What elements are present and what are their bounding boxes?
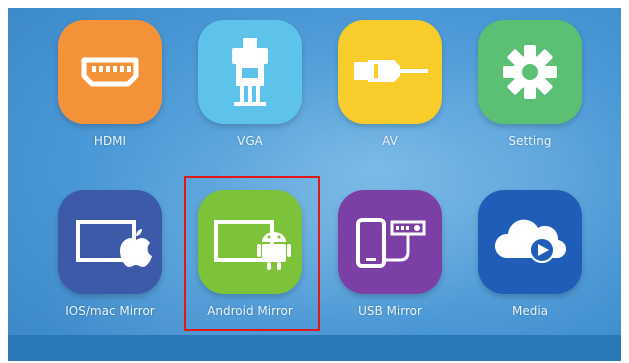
cloud-media-icon: [478, 190, 582, 294]
app-label: Media: [511, 304, 549, 318]
app-label: AV: [382, 134, 398, 148]
app-label: USB Mirror: [358, 304, 422, 318]
bottom-bar: [8, 335, 621, 361]
vga-icon: [198, 20, 302, 124]
app-av[interactable]: AV: [330, 20, 450, 148]
selection-highlight: [184, 176, 320, 331]
app-setting[interactable]: Setting: [470, 20, 590, 148]
app-hdmi[interactable]: HDMI: [50, 20, 170, 148]
gear-icon: [478, 20, 582, 124]
home-screen: HDMI VGA AV Setting IOS/mac Mirror Andro…: [8, 8, 621, 361]
av-icon: [338, 20, 442, 124]
app-vga[interactable]: VGA: [190, 20, 310, 148]
app-label: HDMI: [93, 134, 127, 148]
app-label: Setting: [508, 134, 552, 148]
ios-mirror-icon: [58, 190, 162, 294]
app-usb-mirror[interactable]: USB Mirror: [330, 190, 450, 318]
hdmi-icon: [58, 20, 162, 124]
app-media[interactable]: Media: [470, 190, 590, 318]
app-ios-mirror[interactable]: IOS/mac Mirror: [50, 190, 170, 318]
app-label: IOS/mac Mirror: [65, 304, 155, 318]
app-label: VGA: [237, 134, 263, 148]
usb-mirror-icon: [338, 190, 442, 294]
